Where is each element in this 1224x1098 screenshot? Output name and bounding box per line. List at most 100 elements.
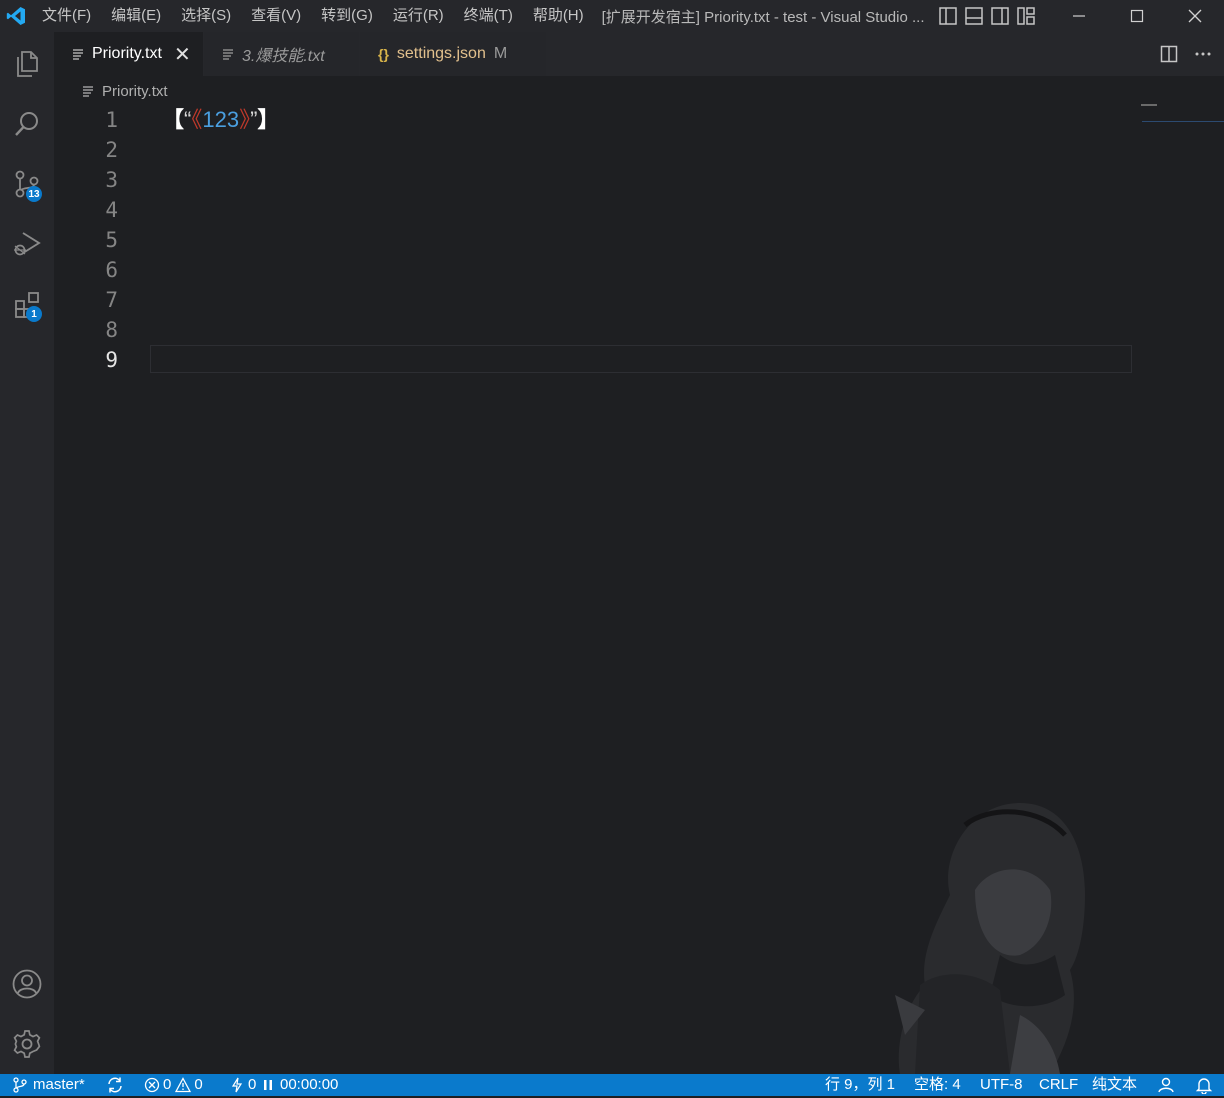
menu-terminal[interactable]: 终端(T) xyxy=(454,0,523,32)
error-count: 0 xyxy=(163,1076,172,1093)
line-number: 5 xyxy=(105,228,118,252)
layout-controls xyxy=(938,6,1036,26)
title-bar: 文件(F) 编辑(E) 选择(S) 查看(V) 转到(G) 运行(R) 终端(T… xyxy=(0,0,1224,32)
cursor-position[interactable]: 行 9，列 1 xyxy=(825,1074,895,1096)
error-icon xyxy=(144,1077,160,1093)
accounts-button[interactable] xyxy=(0,960,54,1008)
minimap-slider[interactable] xyxy=(1142,121,1224,122)
modified-indicator: M xyxy=(493,45,508,62)
menu-edit[interactable]: 编辑(E) xyxy=(101,0,171,32)
branch-name: master* xyxy=(33,1076,85,1093)
editor-tab-bar: Priority.txt ✕ 3.爆技能.txt {} settings.jso… xyxy=(54,32,1224,76)
open-angle-quote: 《 xyxy=(191,107,203,132)
text-file-icon xyxy=(73,49,83,60)
files-icon xyxy=(17,51,38,77)
tab-label: settings.json xyxy=(396,45,486,62)
git-branch-icon xyxy=(13,1077,27,1093)
ports-count: 0 xyxy=(248,1076,257,1093)
extensions-button[interactable]: 1 xyxy=(0,280,54,328)
text-file-icon xyxy=(83,86,93,97)
warning-icon xyxy=(175,1077,192,1093)
line-number: 1 xyxy=(105,108,118,132)
scm-badge: 13 xyxy=(26,186,42,202)
vscode-logo-icon xyxy=(0,0,32,32)
bell-icon xyxy=(1195,1078,1213,1094)
tab-settings-json[interactable]: {} settings.json M xyxy=(360,32,546,76)
lightning-icon xyxy=(231,1077,243,1093)
warning-count: 0 xyxy=(194,1076,203,1093)
line-number-gutter: 1 2 3 4 5 6 7 8 9 xyxy=(54,105,120,375)
line-number: 6 xyxy=(105,258,118,282)
tab-label: Priority.txt xyxy=(92,45,162,62)
tab-label: 3.爆技能.txt xyxy=(242,48,325,65)
customize-layout-icon[interactable] xyxy=(1016,6,1036,26)
toggle-panel-icon[interactable] xyxy=(964,6,984,26)
current-line-number: 9 xyxy=(105,348,118,372)
menu-help[interactable]: 帮助(H) xyxy=(523,0,594,32)
close-icon[interactable]: ✕ xyxy=(174,42,191,67)
toggle-primary-sidebar-icon[interactable] xyxy=(938,6,958,26)
breadcrumb: Priority.txt xyxy=(54,78,168,104)
line-number: 4 xyxy=(105,198,118,222)
line-number: 2 xyxy=(105,138,118,162)
branch-indicator[interactable]: master* xyxy=(12,1074,85,1096)
feedback-button[interactable] xyxy=(1157,1074,1175,1096)
split-editor-icon[interactable] xyxy=(1160,45,1178,63)
window-controls xyxy=(1050,0,1224,32)
line-number: 3 xyxy=(105,168,118,192)
menu-bar: 文件(F) 编辑(E) 选择(S) 查看(V) 转到(G) 运行(R) 终端(T… xyxy=(32,0,594,32)
line-number: 8 xyxy=(105,318,118,342)
ports-indicator[interactable]: 0 xyxy=(230,1074,256,1096)
minimap-content[interactable] xyxy=(1141,104,1157,106)
activity-bar: 13 1 xyxy=(0,32,54,1074)
search-icon xyxy=(15,112,38,136)
pause-icon xyxy=(264,1080,272,1090)
code-line-1[interactable]: 【“《123》”】 xyxy=(162,105,279,135)
tab-burst-skill[interactable]: 3.爆技能.txt xyxy=(204,32,359,76)
maximize-button[interactable] xyxy=(1108,0,1166,32)
gear-icon xyxy=(13,1030,41,1058)
text-file-icon xyxy=(223,49,233,60)
timer-value: 00:00:00 xyxy=(280,1076,339,1093)
search-button[interactable] xyxy=(0,100,54,148)
current-line-highlight[interactable] xyxy=(150,345,1132,373)
menu-run[interactable]: 运行(R) xyxy=(383,0,454,32)
indentation[interactable]: 空格: 4 xyxy=(914,1074,961,1096)
menu-file[interactable]: 文件(F) xyxy=(32,0,101,32)
manage-button[interactable] xyxy=(0,1020,54,1068)
notifications-button[interactable] xyxy=(1195,1074,1213,1096)
extensions-badge: 1 xyxy=(26,306,42,322)
number-token: 123 xyxy=(202,107,240,132)
tab-priority[interactable]: Priority.txt ✕ xyxy=(54,32,203,76)
open-bracket: 【 xyxy=(162,107,185,132)
menu-go[interactable]: 转到(G) xyxy=(311,0,383,32)
end-of-line[interactable]: CRLF xyxy=(1039,1074,1078,1096)
menu-view[interactable]: 查看(V) xyxy=(241,0,311,32)
run-debug-icon xyxy=(14,232,41,256)
tab-actions xyxy=(1160,32,1212,76)
run-debug-button[interactable] xyxy=(0,220,54,268)
close-angle-quote: 》 xyxy=(239,107,251,132)
feedback-person-icon xyxy=(1158,1077,1174,1093)
menu-selection[interactable]: 选择(S) xyxy=(171,0,241,32)
sync-button[interactable] xyxy=(106,1074,124,1096)
encoding[interactable]: UTF-8 xyxy=(980,1074,1023,1096)
more-actions-icon[interactable] xyxy=(1194,45,1212,63)
problems-indicator[interactable]: 0 0 xyxy=(144,1074,203,1096)
line-number: 7 xyxy=(105,288,118,312)
close-window-button[interactable] xyxy=(1166,0,1224,32)
status-bar: master* 0 0 0 00:00:00 行 9，列 1 空格: 4 UTF… xyxy=(0,1074,1224,1096)
breadcrumb-file[interactable]: Priority.txt xyxy=(102,83,168,100)
timer-indicator[interactable]: 00:00:00 xyxy=(262,1074,338,1096)
toggle-secondary-sidebar-icon[interactable] xyxy=(990,6,1010,26)
window-title: [扩展开发宿主] Priority.txt - test - Visual St… xyxy=(601,8,925,26)
explorer-button[interactable] xyxy=(0,40,54,88)
language-mode[interactable]: 纯文本 xyxy=(1092,1074,1137,1096)
minimize-button[interactable] xyxy=(1050,0,1108,32)
close-bracket: 】 xyxy=(257,107,280,132)
source-control-button[interactable]: 13 xyxy=(0,160,54,208)
account-icon xyxy=(12,969,42,999)
json-braces-icon: {} xyxy=(378,46,389,62)
background-character-image xyxy=(895,803,1085,1074)
sync-icon xyxy=(108,1077,122,1093)
